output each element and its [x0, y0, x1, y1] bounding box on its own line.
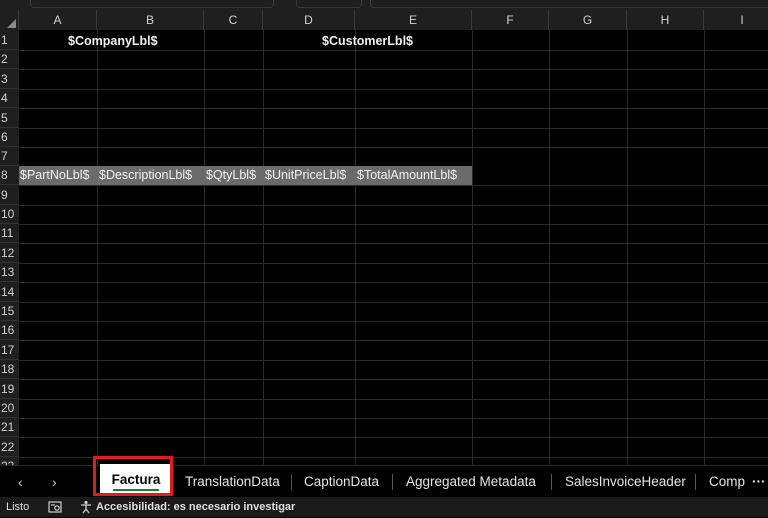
gridline [19, 399, 768, 400]
column-headers: A B C D E F G H I [0, 10, 768, 30]
tab-separator [392, 474, 393, 490]
column-header-b[interactable]: B [97, 10, 204, 30]
tab-separator [551, 474, 552, 490]
tab-separator [291, 474, 292, 490]
row-header-13[interactable]: 13 [0, 263, 19, 282]
row-header-11[interactable]: 11 [0, 224, 19, 243]
row-header-8[interactable]: 8 [0, 166, 19, 185]
status-ready: Listo [6, 501, 30, 513]
tab-caption-data[interactable]: CaptionData [304, 466, 379, 498]
more-tabs-button[interactable]: ··· [752, 466, 766, 498]
column-header-c[interactable]: C [204, 10, 263, 30]
gridline [19, 302, 768, 303]
gridline [19, 69, 768, 70]
row-header-18[interactable]: 18 [0, 360, 19, 379]
row-header-14[interactable]: 14 [0, 282, 19, 302]
row-header-4[interactable]: 4 [0, 89, 19, 108]
gridline [19, 321, 768, 322]
highlight-box [93, 456, 173, 496]
row-header-9[interactable]: 9 [0, 185, 19, 205]
column-header-i[interactable]: I [704, 10, 768, 30]
row-header-7[interactable]: 7 [0, 147, 19, 166]
accessibility-icon[interactable] [79, 500, 93, 518]
tab-separator [695, 474, 696, 490]
cell-total-amount-label[interactable]: $TotalAmountLbl$ [356, 166, 457, 185]
gridline [19, 128, 768, 129]
row-header-17[interactable]: 17 [0, 340, 19, 360]
row-header-12[interactable]: 12 [0, 243, 19, 263]
gridline [19, 108, 768, 109]
row-header-3[interactable]: 3 [0, 69, 19, 89]
column-header-d[interactable]: D [263, 10, 355, 30]
select-all-corner[interactable] [0, 10, 19, 30]
macro-record-icon[interactable] [48, 501, 62, 516]
row-header-19[interactable]: 19 [0, 379, 19, 399]
gridline [19, 205, 768, 206]
column-header-e[interactable]: E [355, 10, 472, 30]
tab-translation-data[interactable]: TranslationData [185, 466, 280, 498]
row-header-23[interactable]: 23 [0, 457, 19, 465]
top-strip [0, 0, 768, 10]
row-header-20[interactable]: 20 [0, 399, 19, 418]
gridline [19, 263, 768, 264]
tab-aggregated-metadata[interactable]: Aggregated Metadata [406, 466, 536, 498]
column-header-a[interactable]: A [19, 10, 97, 30]
gridline [19, 50, 768, 51]
gridline [19, 147, 768, 148]
cell-company-label[interactable]: $CompanyLbl$ [68, 32, 158, 50]
worksheet-grid[interactable]: A B C D E F G H I 1 2 3 4 5 6 7 8 9 10 1… [0, 10, 768, 465]
tab-sales-invoice-header[interactable]: SalesInvoiceHeader [565, 466, 686, 498]
cell-unit-price-label[interactable]: $UnitPriceLbl$ [264, 166, 346, 185]
gridline [19, 185, 768, 186]
row-header-15[interactable]: 15 [0, 302, 19, 321]
gridline [19, 437, 768, 438]
status-bar: Listo Accesibilidad: es necesario invest… [0, 497, 768, 517]
row-header-2[interactable]: 2 [0, 50, 19, 69]
gridline [19, 89, 768, 90]
gridline [19, 282, 768, 283]
gridline [19, 418, 768, 419]
cell-description-label[interactable]: $DescriptionLbl$ [98, 166, 192, 185]
row-header-21[interactable]: 21 [0, 418, 19, 437]
prev-sheet-button[interactable]: ‹ [18, 466, 23, 498]
row-header-5[interactable]: 5 [0, 108, 19, 128]
row-header-22[interactable]: 22 [0, 437, 19, 457]
cell-part-no-label[interactable]: $PartNoLbl$ [19, 166, 90, 185]
gridline [19, 360, 768, 361]
formula-bar[interactable] [370, 0, 768, 8]
formula-function-box[interactable] [296, 0, 362, 8]
row-header-10[interactable]: 10 [0, 205, 19, 224]
row-header-6[interactable]: 6 [0, 128, 19, 147]
cell-customer-label[interactable]: $CustomerLbl$ [322, 32, 413, 50]
tab-comp[interactable]: Comp [709, 466, 745, 498]
gridline [19, 224, 768, 225]
row-header-1[interactable]: 1 [0, 30, 19, 50]
cell-qty-label[interactable]: $QtyLbl$ [205, 166, 256, 185]
column-header-h[interactable]: H [627, 10, 704, 30]
gridline [19, 340, 768, 341]
row-header-16[interactable]: 16 [0, 321, 19, 340]
next-sheet-button[interactable]: › [52, 466, 57, 498]
column-header-g[interactable]: G [549, 10, 627, 30]
column-header-f[interactable]: F [472, 10, 549, 30]
gridline [19, 243, 768, 244]
name-box[interactable] [30, 0, 274, 8]
gridline [19, 379, 768, 380]
accessibility-status[interactable]: Accesibilidad: es necesario investigar [96, 497, 295, 517]
